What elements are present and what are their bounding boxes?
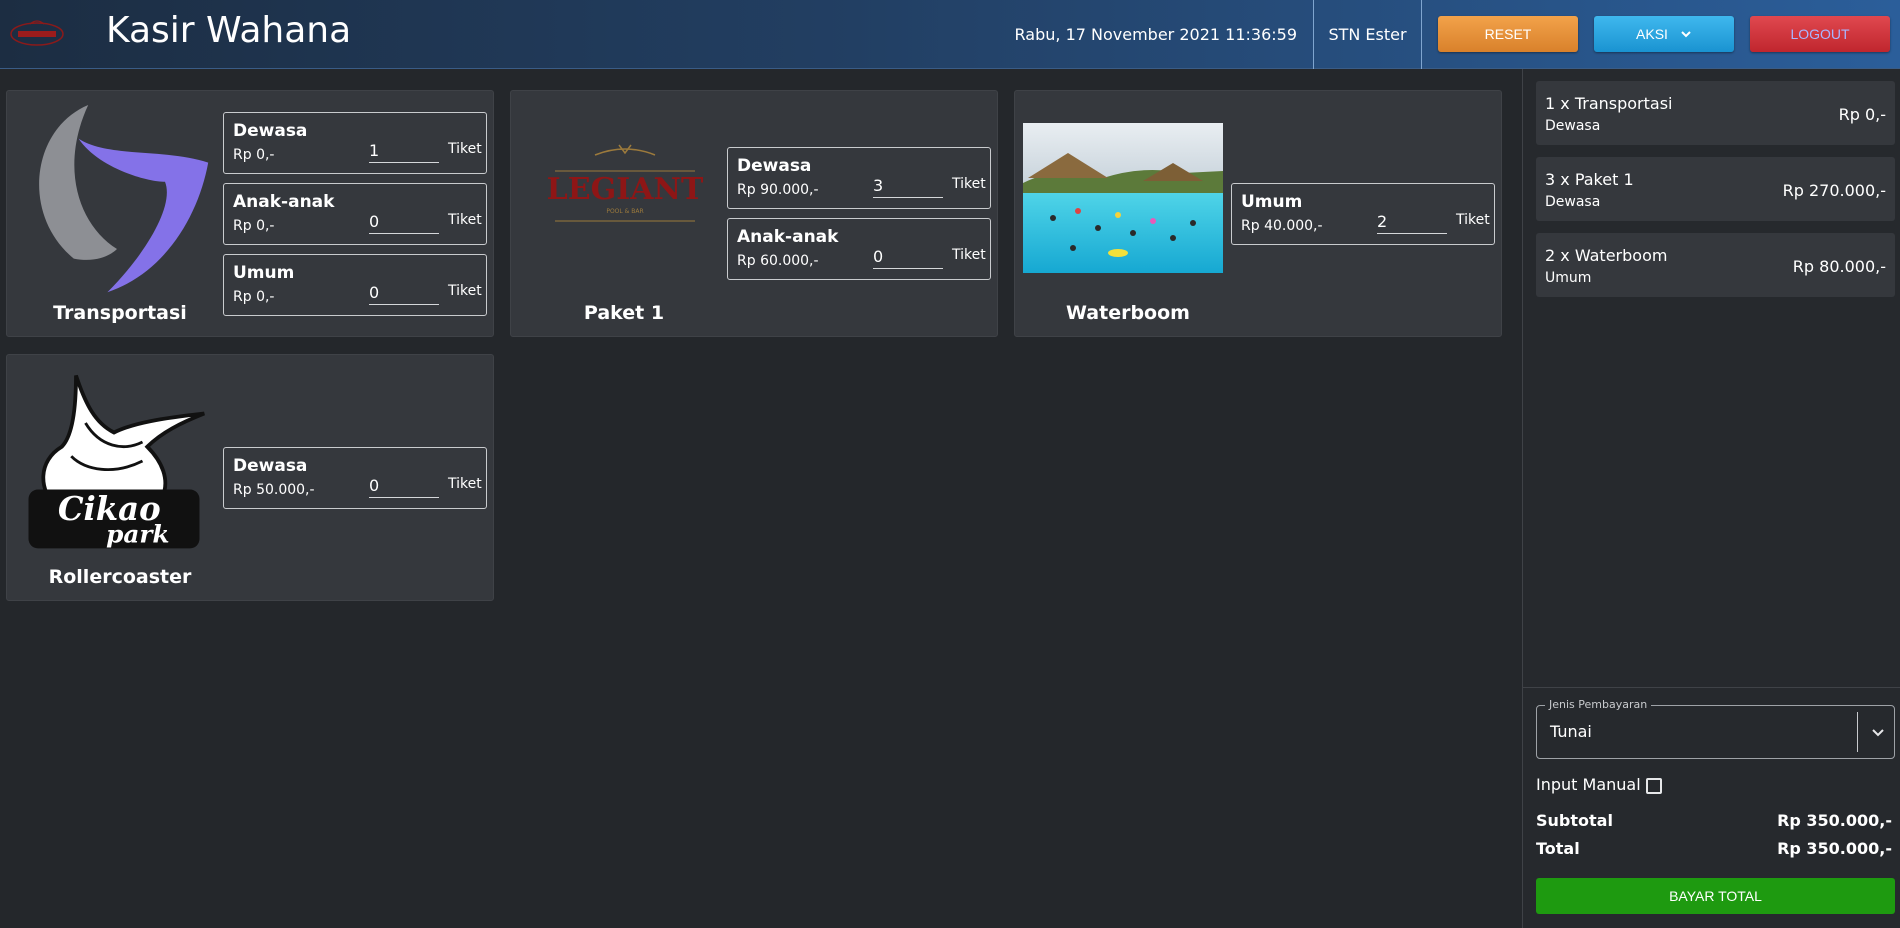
ticket-box-anak-anak: Anak-anak Rp 60.000,- Tiket	[727, 218, 991, 280]
order-item-name: 2 x Waterboom	[1545, 246, 1668, 265]
ticket-box-dewasa: Dewasa Rp 90.000,- Tiket	[727, 147, 991, 209]
payment-type-value: Tunai	[1550, 722, 1592, 741]
order-item[interactable]: 1 x Transportasi Dewasa Rp 0,-	[1536, 81, 1895, 145]
ticket-box-umum: Umum Rp 40.000,- Tiket	[1231, 183, 1495, 245]
ticket-box-dewasa: Dewasa Rp 0,- Tiket	[223, 112, 487, 174]
input-manual-checkbox[interactable]	[1646, 778, 1662, 794]
order-item-name: 1 x Transportasi	[1545, 94, 1673, 113]
ticket-box-anak-anak: Anak-anak Rp 0,- Tiket	[223, 183, 487, 245]
order-item-name: 3 x Paket 1	[1545, 170, 1634, 189]
ticket-category: Umum	[233, 263, 295, 283]
ride-card-rollercoaster: Cikao park Rollercoaster Dewasa Rp 50.00…	[6, 354, 494, 601]
ticket-category: Anak-anak	[737, 227, 839, 247]
payment-type-select[interactable]: Jenis Pembayaran Tunai	[1536, 698, 1895, 759]
ride-card-transportasi: Transportasi Dewasa Rp 0,- Tiket Anak-an…	[6, 90, 494, 337]
waterboom-photo-icon	[1023, 123, 1223, 273]
header-bar: Kasir Wahana Rabu, 17 November 2021 11:3…	[0, 0, 1900, 69]
ticket-category: Umum	[1241, 192, 1303, 212]
ticket-box-dewasa: Dewasa Rp 50.000,- Tiket	[223, 447, 487, 509]
ride-name: Rollercoaster	[48, 566, 192, 588]
payment-type-label: Jenis Pembayaran	[1545, 698, 1652, 711]
aksi-dropdown-button[interactable]: AKSI	[1594, 16, 1734, 52]
order-item-category: Dewasa	[1545, 118, 1601, 134]
order-item-category: Umum	[1545, 270, 1592, 286]
order-item[interactable]: 2 x Waterboom Umum Rp 80.000,-	[1536, 233, 1895, 297]
panel-divider	[1523, 687, 1900, 688]
ticket-unit: Tiket	[952, 176, 986, 192]
legiant-logo-subtext: POOL & BAR	[606, 208, 643, 215]
ticket-unit: Tiket	[1456, 212, 1490, 228]
ticket-qty-input[interactable]	[369, 139, 439, 163]
ticket-qty-input[interactable]	[369, 210, 439, 234]
current-user[interactable]: STN Ester	[1314, 0, 1422, 69]
app-title: Kasir Wahana	[106, 10, 352, 51]
ticket-unit: Tiket	[448, 212, 482, 228]
ticket-unit: Tiket	[448, 141, 482, 157]
total-value: Rp 350.000,-	[1777, 839, 1892, 858]
ticket-category: Anak-anak	[233, 192, 335, 212]
reset-button[interactable]: RESET	[1438, 16, 1578, 52]
ticket-price: Rp 0,-	[233, 147, 275, 163]
chevron-down-icon[interactable]	[1870, 725, 1886, 741]
subtotal-value: Rp 350.000,-	[1777, 811, 1892, 830]
ticket-qty-input[interactable]	[369, 281, 439, 305]
input-manual-label: Input Manual	[1536, 775, 1641, 794]
park-logo-text: park	[106, 520, 169, 549]
legiant-logo-text: LEGIANT	[547, 172, 704, 207]
reset-button-label: RESET	[1484, 26, 1532, 42]
ticket-price: Rp 40.000,-	[1241, 218, 1323, 234]
ticket-qty-input[interactable]	[873, 245, 943, 269]
select-separator	[1857, 712, 1858, 752]
ride-name: Waterboom	[1066, 302, 1190, 324]
ride-name: Transportasi	[53, 302, 187, 324]
ride-card-paket-1: LEGIANT POOL & BAR Paket 1 Dewasa Rp 90.…	[510, 90, 998, 337]
ticket-unit: Tiket	[952, 247, 986, 263]
order-item-category: Dewasa	[1545, 194, 1601, 210]
ticket-price: Rp 60.000,-	[737, 253, 819, 269]
order-item[interactable]: 3 x Paket 1 Dewasa Rp 270.000,-	[1536, 157, 1895, 221]
ticket-price: Rp 90.000,-	[737, 182, 819, 198]
ticket-category: Dewasa	[737, 156, 812, 176]
chevron-down-icon	[1681, 31, 1691, 38]
ticket-price: Rp 50.000,-	[233, 482, 315, 498]
total-label: Total	[1536, 839, 1580, 858]
brand-logo-icon	[10, 20, 64, 46]
transportasi-logo-icon	[39, 105, 209, 293]
logout-button-label: LOGOUT	[1790, 26, 1850, 42]
ticket-category: Dewasa	[233, 456, 308, 476]
ticket-price: Rp 0,-	[233, 289, 275, 305]
logout-button[interactable]: LOGOUT	[1750, 16, 1890, 52]
subtotal-label: Subtotal	[1536, 811, 1613, 830]
order-item-price: Rp 270.000,-	[1782, 181, 1886, 200]
pay-total-button[interactable]: BAYAR TOTAL	[1536, 878, 1895, 914]
order-item-price: Rp 80.000,-	[1792, 257, 1886, 276]
ticket-category: Dewasa	[233, 121, 308, 141]
cikao-park-logo-icon: Cikao park	[28, 374, 205, 549]
ticket-box-umum: Umum Rp 0,- Tiket	[223, 254, 487, 316]
order-panel: 1 x Transportasi Dewasa Rp 0,- 3 x Paket…	[1522, 69, 1900, 928]
ticket-unit: Tiket	[448, 476, 482, 492]
ticket-qty-input[interactable]	[873, 174, 943, 198]
ride-card-waterboom: Waterboom Umum Rp 40.000,- Tiket	[1014, 90, 1502, 337]
ride-name: Paket 1	[583, 302, 665, 324]
ticket-price: Rp 0,-	[233, 218, 275, 234]
ticket-unit: Tiket	[448, 283, 482, 299]
current-datetime: Rabu, 17 November 2021 11:36:59	[1000, 0, 1314, 69]
order-item-price: Rp 0,-	[1838, 105, 1886, 124]
ticket-qty-input[interactable]	[1377, 210, 1447, 234]
aksi-button-label: AKSI	[1636, 26, 1668, 42]
pay-total-label: BAYAR TOTAL	[1669, 888, 1762, 904]
legiant-logo-icon: LEGIANT POOL & BAR	[547, 144, 704, 222]
ticket-qty-input[interactable]	[369, 474, 439, 498]
